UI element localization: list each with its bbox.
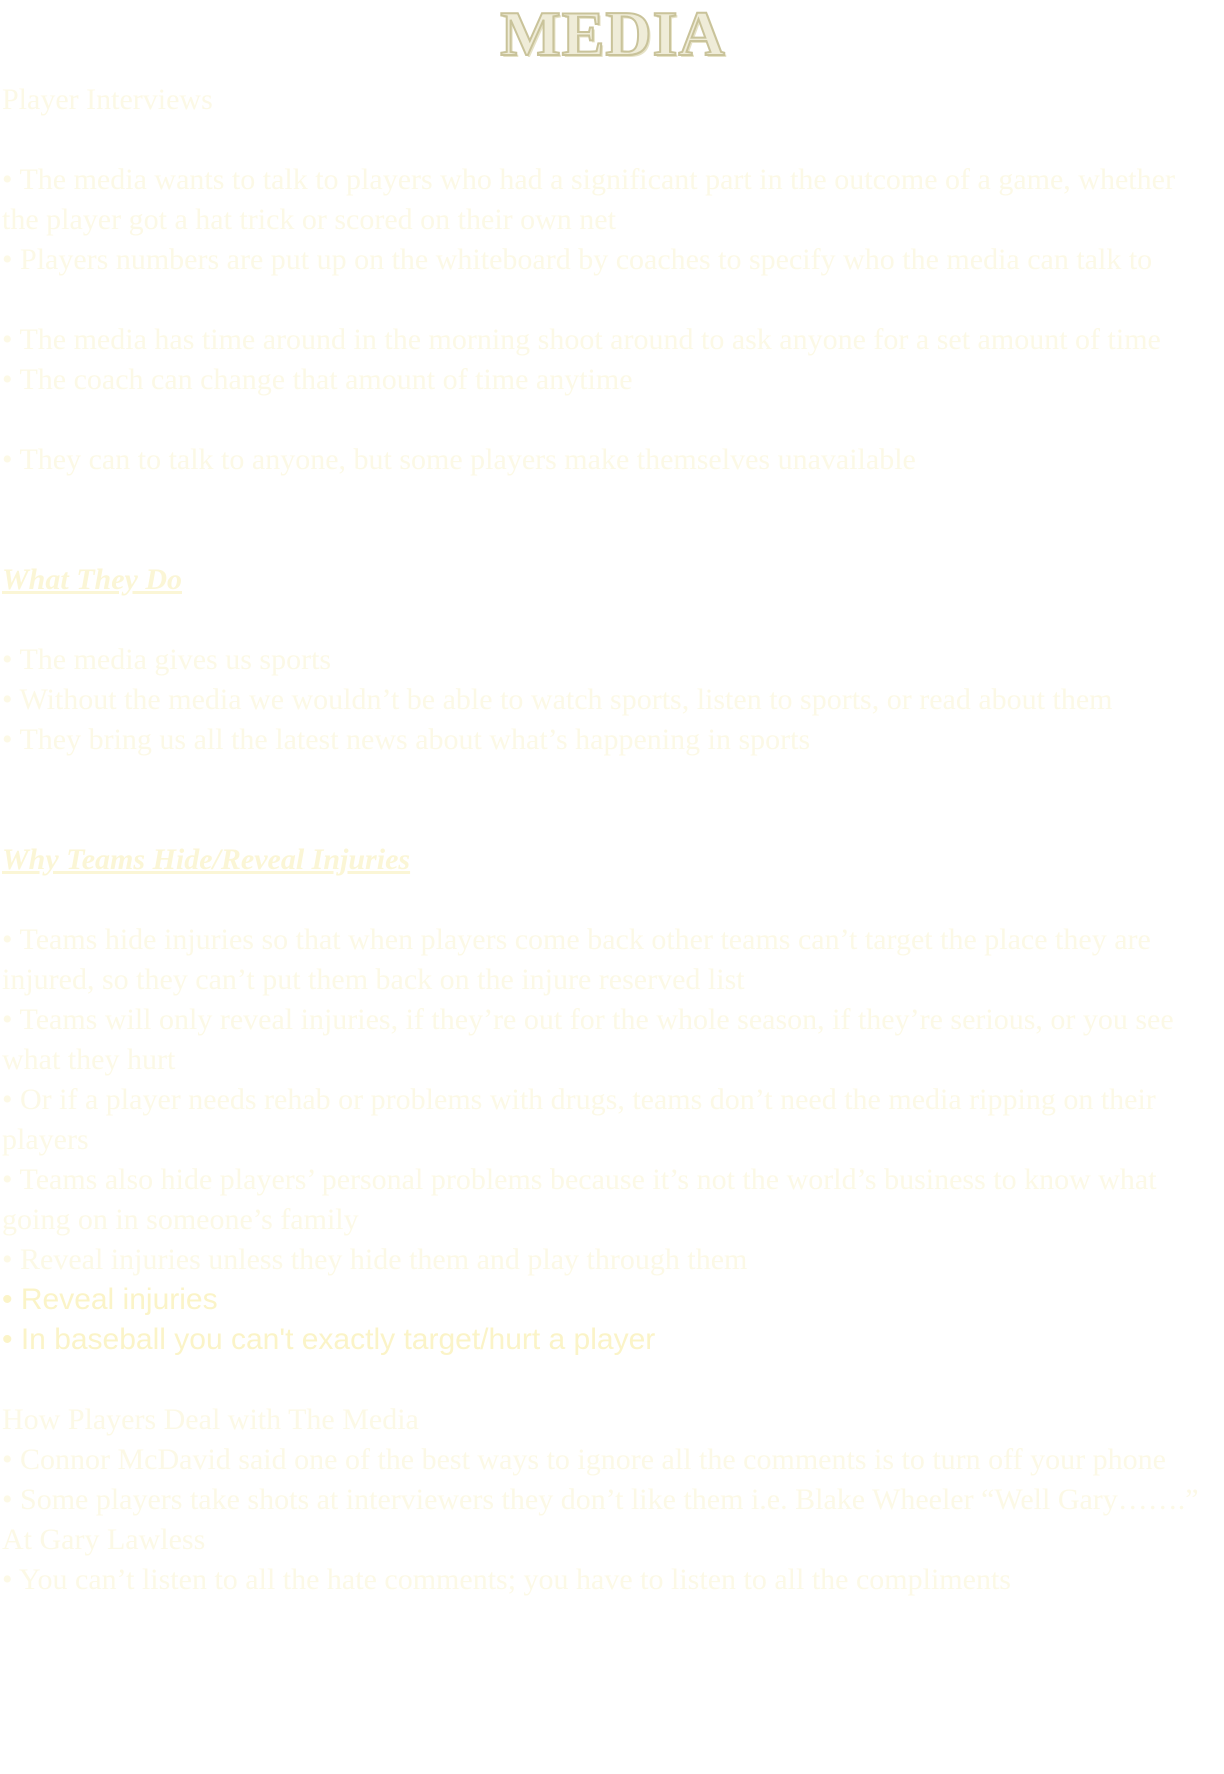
bullet-item: • Connor McDavid said one of the best wa…	[2, 1443, 1166, 1476]
bullet-item: • Reveal injuries	[2, 1283, 218, 1316]
section-heading-injuries: Why Teams Hide/Reveal Injuries	[2, 843, 411, 876]
bullet-item: • They can to talk to anyone, but some p…	[2, 443, 916, 476]
bullet-item: • You can’t listen to all the hate comme…	[2, 1563, 1011, 1596]
bullet-item: • In baseball you can't exactly target/h…	[2, 1323, 656, 1356]
document-body: Player Interviews • The media wants to t…	[2, 80, 1224, 1600]
bullet-item: • They bring us all the latest news abou…	[2, 723, 811, 756]
bullet-item: • The media gives us sports	[2, 643, 332, 676]
page-title: MEDIA	[499, 0, 726, 69]
title-area: MEDIA	[2, 0, 1224, 80]
bullet-item: • Reveal injuries unless they hide them …	[2, 1243, 748, 1276]
bullet-item: • Players numbers are put up on the whit…	[2, 243, 1153, 276]
bullet-item: • Teams also hide players’ personal prob…	[2, 1163, 1157, 1236]
section-heading-what-they-do: What They Do	[2, 563, 182, 596]
bullet-item: • The media wants to talk to players who…	[2, 163, 1175, 236]
bullet-item: • Some players take shots at interviewer…	[2, 1483, 1199, 1556]
bullet-item: • Teams hide injuries so that when playe…	[2, 923, 1151, 996]
bullet-item: • Without the media we wouldn’t be able …	[2, 683, 1113, 716]
bullet-item: • Teams will only reveal injuries, if th…	[2, 1003, 1174, 1076]
bullet-item: • The coach can change that amount of ti…	[2, 363, 633, 396]
bullet-item: • The media has time around in the morni…	[2, 323, 1161, 356]
bullet-item: • Or if a player needs rehab or problems…	[2, 1083, 1156, 1156]
section-heading-deal-with-media: How Players Deal with The Media	[2, 1403, 419, 1436]
page: MEDIA Player Interviews • The media want…	[0, 0, 1224, 1774]
section-heading-player-interviews: Player Interviews	[2, 83, 213, 116]
